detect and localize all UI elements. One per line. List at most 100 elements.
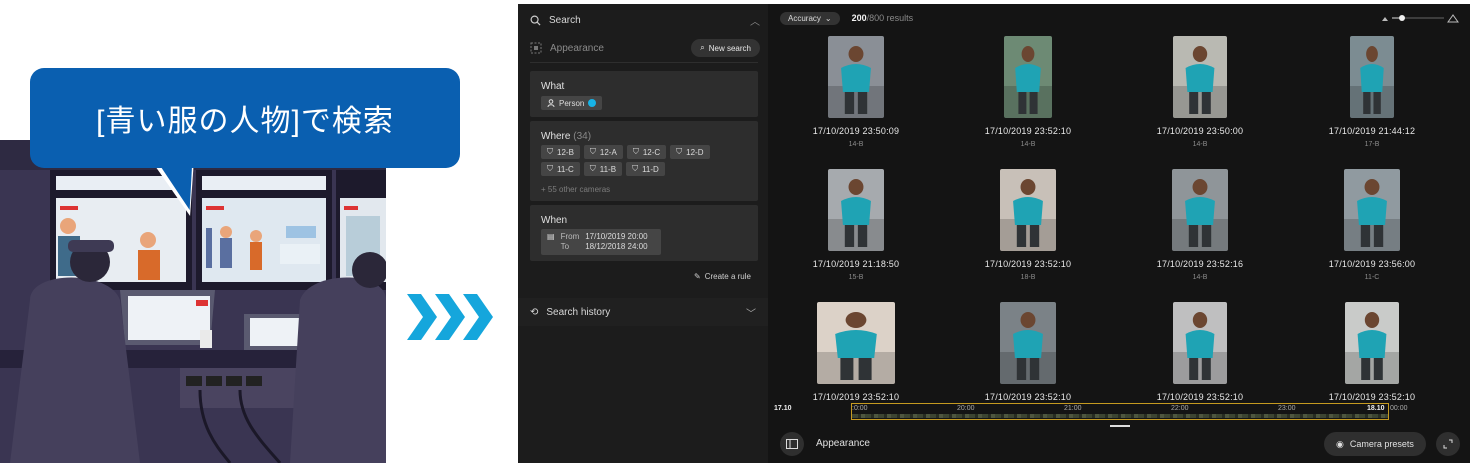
person-thumbnail[interactable] xyxy=(1172,169,1228,251)
camera-chip-label: 12-B xyxy=(557,147,574,157)
what-title: What xyxy=(541,81,565,92)
search-icon xyxy=(530,15,541,26)
result-card[interactable]: 17/10/2019 23:52:16 14-B xyxy=(1114,169,1286,299)
person-thumbnail[interactable] xyxy=(1350,36,1394,118)
timeline-tick: 22:00 xyxy=(1171,405,1189,412)
person-thumbnail[interactable] xyxy=(1000,169,1056,251)
where-card[interactable]: Where (34) ⛉ 12-B ⛉ 12-A ⛉ 12-C ⛉ 12-D ⛉ 11-C ⛉ 11-… xyxy=(530,121,758,201)
person-thumbnail[interactable] xyxy=(828,36,884,118)
result-card[interactable]: 17/10/2019 23:52:10 14-B xyxy=(942,36,1114,166)
timeline-activity xyxy=(852,414,1388,418)
camera-presets-label: Camera presets xyxy=(1349,439,1414,449)
results-grid: 17/10/2019 23:50:09 14-B 17/10/2019 23:52:… xyxy=(770,36,1460,404)
accuracy-label: Accuracy xyxy=(788,13,821,23)
camera-chip[interactable]: ⛉ 11-B xyxy=(583,162,623,176)
camera-chip[interactable]: ⛉ 12-D xyxy=(670,145,710,159)
result-camera: 14-B xyxy=(1020,141,1036,148)
camera-chip[interactable]: ⛉ 11-C xyxy=(541,162,580,176)
results-area: Accuracy ⌄ 200/800 results 17/10/2019 23… xyxy=(770,4,1470,463)
result-camera: 18-B xyxy=(1020,274,1036,281)
new-search-icon: ⌕ xyxy=(700,43,705,52)
to-value: 18/12/2018 24:00 xyxy=(585,242,648,251)
from-value: 17/10/2019 20:00 xyxy=(585,232,648,241)
to-label: To xyxy=(560,242,570,251)
new-search-label: New search xyxy=(708,43,751,53)
camera-presets-button[interactable]: ◉ Camera presets xyxy=(1324,432,1426,456)
more-cameras[interactable]: + 55 other cameras xyxy=(541,185,610,194)
person-thumbnail[interactable] xyxy=(1173,302,1227,384)
person-thumbnail[interactable] xyxy=(828,169,884,251)
timeline-tick: 23:00 xyxy=(1278,405,1296,412)
result-card[interactable]: 17/10/2019 23:52:10 xyxy=(1114,302,1286,404)
when-card[interactable]: When ▤ From To 17/10/2019 20:00 18/12/2018… xyxy=(530,205,758,261)
result-timestamp: 17/10/2019 23:52:10 xyxy=(1328,392,1416,402)
search-history-row[interactable]: ⟲ Search history ﹀ xyxy=(518,298,768,326)
camera-chip[interactable]: ⛉ 11-D xyxy=(626,162,665,176)
panel-resize-handle[interactable] xyxy=(1110,425,1130,427)
date-range[interactable]: ▤ From To 17/10/2019 20:00 18/12/2018 24:0… xyxy=(541,229,661,255)
person-thumbnail[interactable] xyxy=(1345,302,1399,384)
what-card[interactable]: What Person xyxy=(530,71,758,117)
result-card[interactable]: 17/10/2019 23:52:10 xyxy=(1286,302,1458,404)
camera-chip-label: 11-C xyxy=(557,164,574,174)
chevron-down-icon: ⌄ xyxy=(824,13,832,23)
person-thumbnail[interactable] xyxy=(1344,169,1400,251)
camera-icon: ⛉ xyxy=(547,147,553,156)
person-thumbnail[interactable] xyxy=(1000,302,1056,384)
search-sidebar: Search ︿ Appearance ⌕ New search What Pe… xyxy=(518,4,768,463)
result-camera: 11-C xyxy=(1364,274,1380,281)
result-card[interactable]: 17/10/2019 23:50:00 14-B xyxy=(1114,36,1286,166)
camera-icon: ⛉ xyxy=(632,147,639,156)
result-timestamp: 17/10/2019 21:18:50 xyxy=(812,259,900,269)
appearance-row: Appearance ⌕ New search xyxy=(530,38,760,58)
result-card[interactable]: 17/10/2019 23:52:10 xyxy=(942,302,1114,404)
person-thumbnail[interactable] xyxy=(817,302,895,384)
result-camera: 14-B xyxy=(1192,141,1208,148)
more-cameras-label: 55 other cameras xyxy=(547,185,611,194)
where-count: (34) xyxy=(573,131,592,142)
person-thumbnail[interactable] xyxy=(1173,36,1227,118)
create-rule-button[interactable]: ✎ Create a rule xyxy=(694,272,751,281)
appearance-label: Appearance xyxy=(550,42,604,54)
person-icon xyxy=(547,99,555,107)
chevron-down-icon[interactable]: ﹀ xyxy=(746,305,756,320)
result-card[interactable]: 17/10/2019 23:56:00 11-C xyxy=(1286,169,1458,299)
expand-button[interactable] xyxy=(1436,432,1460,456)
result-camera: 14-B xyxy=(848,141,864,148)
results-toolbar: Accuracy ⌄ 200/800 results xyxy=(780,10,913,26)
large-image-icon xyxy=(1447,14,1459,23)
panel-toggle-button[interactable] xyxy=(780,432,804,456)
new-search-button[interactable]: ⌕ New search xyxy=(691,39,760,57)
timeline-end-label: 18.10 xyxy=(1367,405,1385,412)
when-title: When xyxy=(541,215,568,226)
timeline-tick: :0:00 xyxy=(852,405,868,412)
result-timestamp: 17/10/2019 23:50:09 xyxy=(812,126,900,136)
result-card[interactable]: 17/10/2019 23:50:09 14-B xyxy=(770,36,942,166)
search-header[interactable]: Search ︿ xyxy=(530,12,760,28)
create-rule-label: Create a rule xyxy=(704,272,751,281)
camera-icon: ⛉ xyxy=(589,164,596,173)
result-card[interactable]: 17/10/2019 21:44:12 17-B xyxy=(1286,36,1458,166)
result-card[interactable]: 17/10/2019 21:18:50 15-B xyxy=(770,169,942,299)
where-title-text: Where xyxy=(541,131,571,142)
result-timestamp: 17/10/2019 23:52:10 xyxy=(984,259,1072,269)
search-app-window: Search ︿ Appearance ⌕ New search What Pe… xyxy=(518,4,1470,463)
result-card[interactable]: 17/10/2019 23:52:10 xyxy=(770,302,942,404)
speech-bubble: [青い服の人物]で検索 xyxy=(30,68,460,168)
results-total: /800 results xyxy=(866,13,914,23)
camera-chip[interactable]: ⛉ 12-A xyxy=(583,145,623,159)
person-thumbnail[interactable] xyxy=(1004,36,1052,118)
accuracy-dropdown[interactable]: Accuracy ⌄ xyxy=(780,11,840,25)
camera-chip[interactable]: ⛉ 12-B xyxy=(541,145,580,159)
results-shown: 200 xyxy=(851,13,867,23)
zoom-handle[interactable] xyxy=(1399,15,1405,21)
person-chip[interactable]: Person xyxy=(541,96,603,110)
chevron-up-icon[interactable]: ︿ xyxy=(750,13,760,28)
camera-chip[interactable]: ⛉ 12-C xyxy=(626,145,667,159)
timeline[interactable]: 17.10 :0:00 20:00 21:00 22:00 23:00 18.1… xyxy=(770,402,1470,422)
where-title: Where (34) xyxy=(541,131,591,142)
result-card[interactable]: 17/10/2019 23:52:10 18-B xyxy=(942,169,1114,299)
result-timestamp: 17/10/2019 23:52:10 xyxy=(1156,392,1244,402)
zoom-slider[interactable] xyxy=(1380,12,1460,24)
bottom-bar: Appearance ◉ Camera presets xyxy=(770,428,1470,463)
